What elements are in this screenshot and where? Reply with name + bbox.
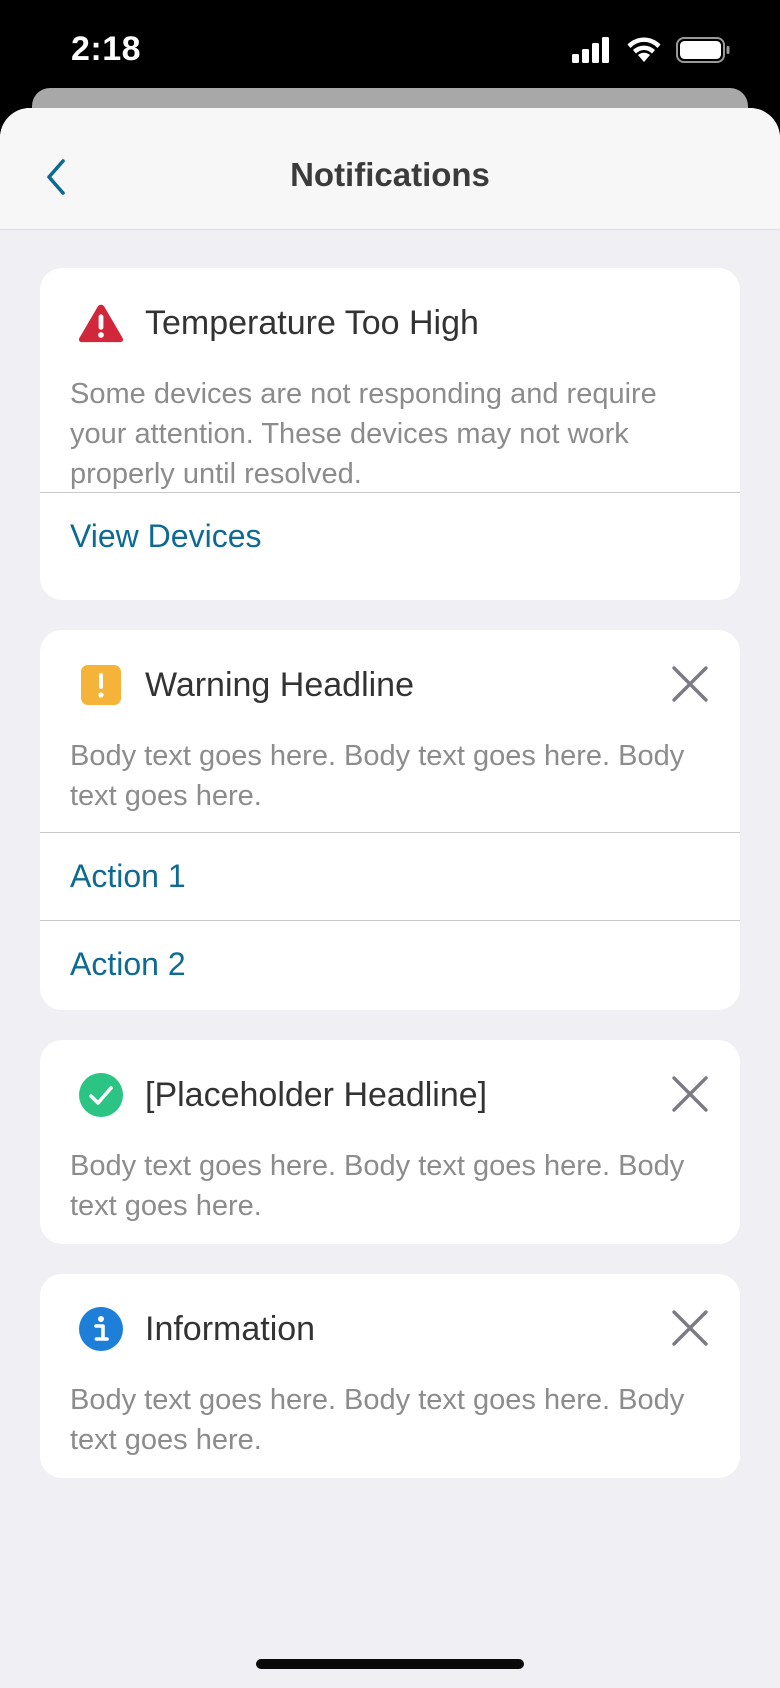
navigation-bar: Notifications bbox=[0, 108, 780, 230]
close-icon bbox=[672, 1310, 708, 1346]
success-check-icon bbox=[78, 1072, 124, 1118]
notification-card-warning: Warning Headline Body text goes here. Bo… bbox=[40, 630, 740, 1010]
close-icon bbox=[672, 1076, 708, 1112]
status-time: 2:18 bbox=[71, 30, 142, 68]
battery-icon bbox=[676, 37, 730, 63]
cellular-signal-icon bbox=[572, 37, 609, 63]
info-icon bbox=[78, 1306, 124, 1352]
card-body-text: Some devices are not responding and requ… bbox=[70, 378, 657, 490]
page-title: Notifications bbox=[290, 156, 490, 193]
notifications-sheet: Notifications Temperature Too High Some … bbox=[0, 108, 780, 1688]
view-devices-button[interactable]: View Devices bbox=[40, 492, 740, 580]
dismiss-button[interactable] bbox=[670, 1308, 710, 1348]
card-header: [Placeholder Headline] bbox=[40, 1040, 740, 1146]
action-1-button[interactable]: Action 1 bbox=[40, 832, 740, 920]
card-body-text: Body text goes here. Body text goes here… bbox=[70, 1384, 685, 1456]
card-body-text: Body text goes here. Body text goes here… bbox=[70, 1150, 685, 1222]
card-header: Warning Headline bbox=[40, 630, 740, 736]
status-bar: 2:18 bbox=[0, 0, 780, 100]
close-icon bbox=[672, 666, 708, 702]
card-title: [Placeholder Headline] bbox=[145, 1076, 488, 1114]
card-header: Temperature Too High bbox=[40, 268, 740, 374]
notification-card-error: Temperature Too High Some devices are no… bbox=[40, 268, 740, 600]
status-icons bbox=[572, 36, 730, 64]
card-title: Information bbox=[145, 1310, 316, 1348]
home-indicator[interactable] bbox=[256, 1659, 524, 1669]
card-header: Information bbox=[40, 1274, 740, 1380]
notification-card-success: [Placeholder Headline] Body text goes he… bbox=[40, 1040, 740, 1244]
wifi-icon bbox=[627, 37, 661, 62]
warning-square-icon bbox=[78, 662, 124, 708]
notification-card-info: Information Body text goes here. Body te… bbox=[40, 1274, 740, 1478]
action-2-button[interactable]: Action 2 bbox=[40, 920, 740, 1008]
error-triangle-icon bbox=[78, 300, 124, 346]
card-title: Temperature Too High bbox=[145, 304, 479, 342]
dismiss-button[interactable] bbox=[670, 664, 710, 704]
card-body-text: Body text goes here. Body text goes here… bbox=[70, 740, 685, 812]
card-title: Warning Headline bbox=[145, 666, 414, 704]
dismiss-button[interactable] bbox=[670, 1074, 710, 1114]
